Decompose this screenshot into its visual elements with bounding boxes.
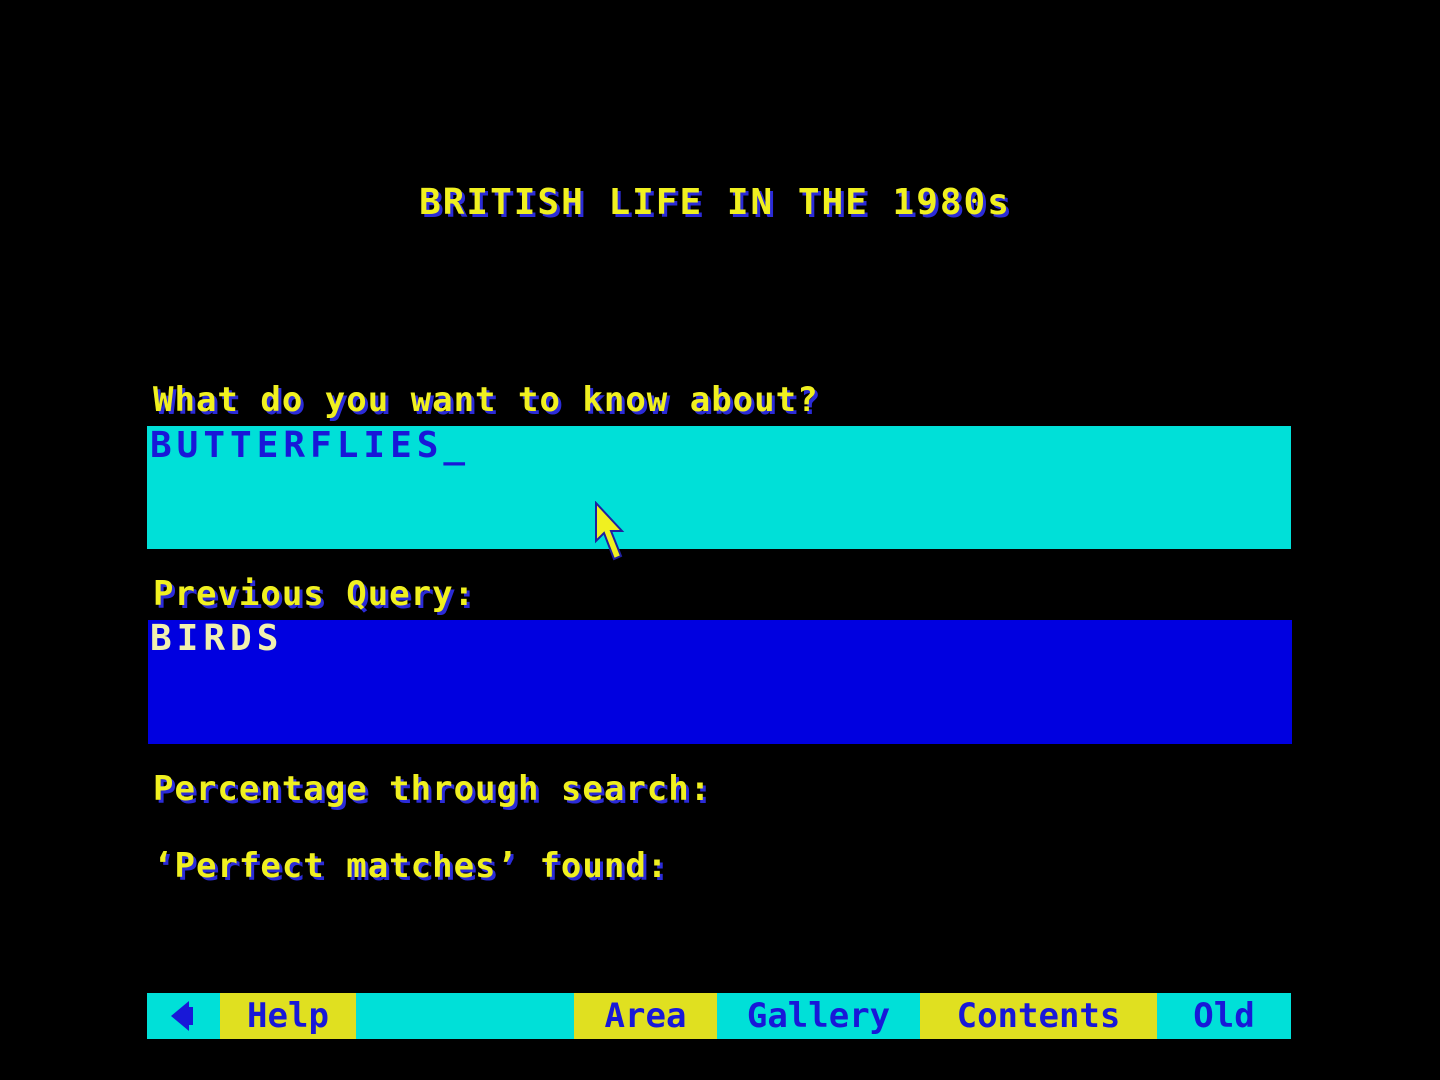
query-input-value[interactable]: BUTTERFLIES_ <box>150 425 470 466</box>
page-title: BRITISH LIFE IN THE 1980s <box>419 182 1011 223</box>
query-prompt-label: What do you want to know about? <box>153 380 819 420</box>
perfect-matches-label: ‘Perfect matches’ found: <box>153 846 669 886</box>
previous-query-box <box>148 620 1292 744</box>
mouse-pointer-icon <box>595 501 625 561</box>
contents-button[interactable]: Contents <box>920 993 1157 1039</box>
old-button[interactable]: Old <box>1157 993 1291 1039</box>
left-arrow-icon <box>171 1001 193 1031</box>
help-button[interactable]: Help <box>220 993 356 1039</box>
search-progress-label: Percentage through search: <box>153 769 712 809</box>
previous-query-label: Previous Query: <box>153 574 476 614</box>
back-button[interactable] <box>147 993 220 1039</box>
screen: BRITISH LIFE IN THE 1980s What do you wa… <box>0 0 1440 1080</box>
area-button[interactable]: Area <box>574 993 717 1039</box>
previous-query-value: BIRDS <box>150 618 284 659</box>
gallery-button[interactable]: Gallery <box>717 993 920 1039</box>
